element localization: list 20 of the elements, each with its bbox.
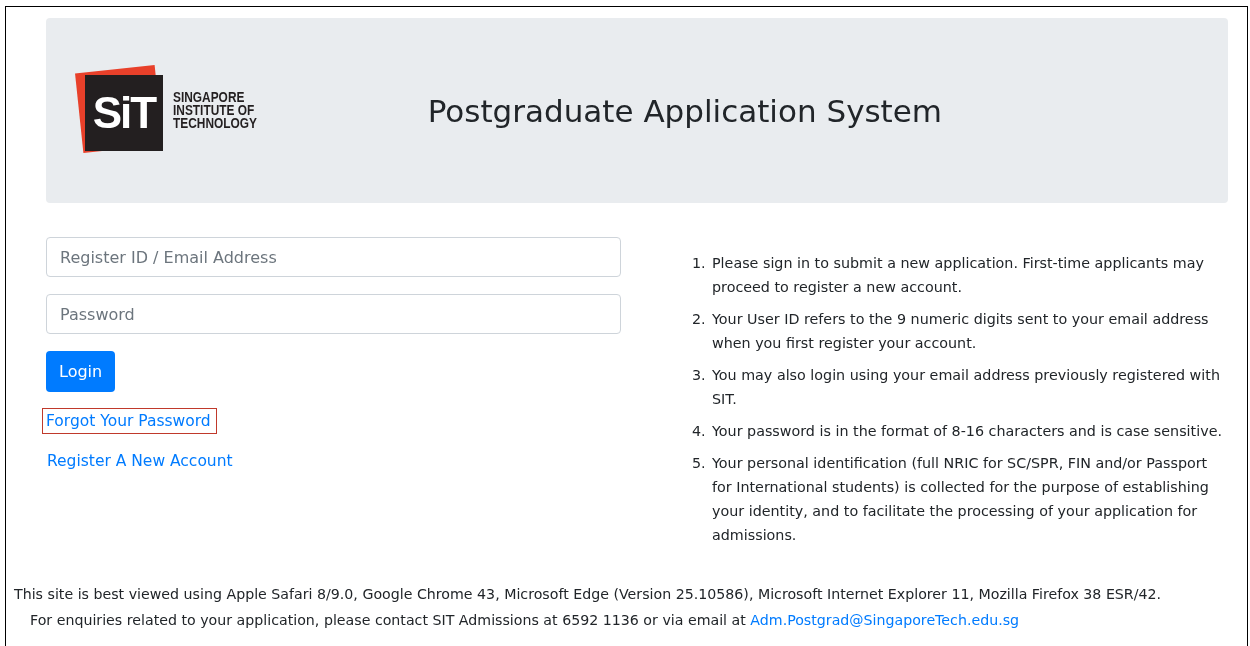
list-number: 4. [692, 422, 707, 441]
logo-text: SINGAPORE INSTITUTE OF TECHNOLOGY [173, 91, 257, 130]
instruction-note: You may also login using your email address previously registered with SIT. [712, 366, 1221, 409]
contact-note: For enquiries related to your application, please contact SIT Admissions at 6592 1136 or via email at Adm.Postgrad@SingaporeTech.edu.sg [29, 611, 1021, 630]
list-number: 5. [692, 454, 707, 473]
browser-note: This site is best viewed using Apple Safari 8/9.0, Google Chrome 43, Microsoft Edge (Version 25.10586), Microsoft Internet Explorer 11, Mozilla Firefox 38 ESR/42. [13, 585, 1163, 604]
instruction-note: Your password is in the format of 8-16 characters and is case sensitive. [712, 422, 1222, 441]
login-button[interactable]: Login [46, 351, 116, 392]
instruction-note: Your User ID refers to the 9 numeric digits sent to your email address when you first register your account. [712, 310, 1210, 353]
link[interactable]: Register A New Account [46, 448, 239, 474]
list-number: 1. [692, 254, 707, 273]
email-link[interactable]: Adm.Postgrad@SingaporeTech.edu.sg [750, 612, 1020, 628]
page-title: Postgraduate Application System [427, 92, 943, 129]
list-number: 3. [692, 366, 707, 385]
instruction-note: Please sign in to submit a new application. First-time applicants may proceed to register a new account. [712, 254, 1205, 297]
link[interactable]: Forgot Your Password [42, 408, 217, 434]
instruction-note: Your personal identification (full NRIC for SC/SPR, FIN and/or Passport for International students) is collected for the purpose of establishing your identity, and to facilitate the processing of your application for admissions. [712, 454, 1210, 545]
list-number: 2. [692, 310, 707, 329]
email-field[interactable]: Register ID / Email Address [46, 237, 621, 277]
password-field[interactable]: Password [46, 294, 621, 334]
